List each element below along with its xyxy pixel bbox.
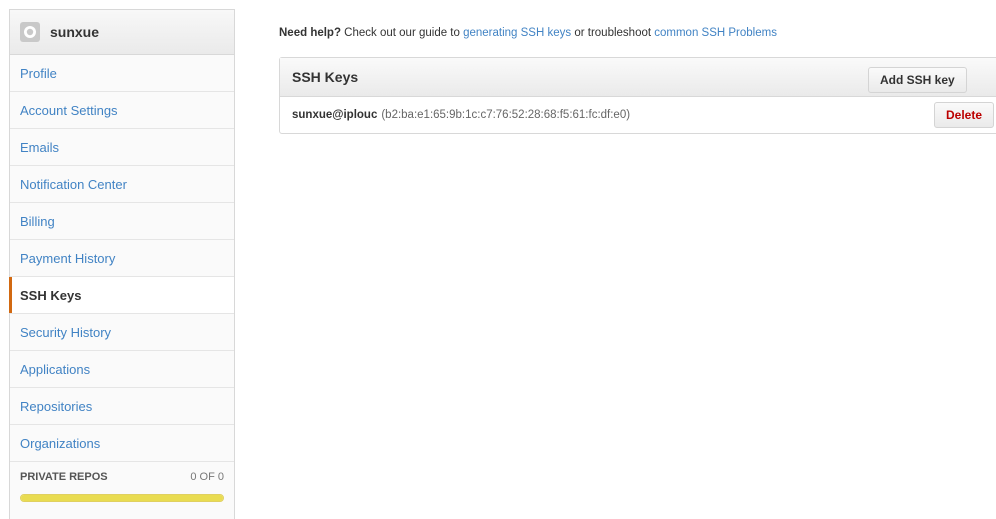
avatar[interactable] <box>20 22 40 42</box>
delete-key-button[interactable]: Delete <box>934 102 995 128</box>
settings-sidebar: sunxue Profile Account Settings Emails N… <box>9 9 235 519</box>
sidebar-item-account-settings[interactable]: Account Settings <box>10 92 234 129</box>
common-ssh-problems-link[interactable]: common SSH Problems <box>654 27 777 39</box>
settings-nav: Profile Account Settings Emails Notifica… <box>9 55 234 462</box>
help-text-1: Check out our guide to <box>340 27 464 39</box>
sidebar-item-billing[interactable]: Billing <box>10 203 234 240</box>
private-repos-label: PRIVATE REPOS <box>20 471 108 483</box>
sidebar-item-payment-history[interactable]: Payment History <box>10 240 234 277</box>
octocat-icon <box>24 26 36 38</box>
add-ssh-key-button[interactable]: Add SSH key <box>868 67 967 93</box>
private-repos-progress-bar <box>20 494 224 502</box>
sidebar-item-emails[interactable]: Emails <box>10 129 234 166</box>
sidebar-item-repositories[interactable]: Repositories <box>10 388 234 425</box>
sidebar-item-applications[interactable]: Applications <box>10 351 234 388</box>
ssh-keys-box: SSH Keys Add SSH key sunxue@iplouc (b2:b… <box>279 57 996 134</box>
sidebar-header: sunxue <box>10 10 234 55</box>
private-repos-progress-fill <box>21 495 223 501</box>
help-text-2: or troubleshoot <box>571 27 655 39</box>
help-bold: Need help? <box>279 27 341 39</box>
username[interactable]: sunxue <box>50 24 99 40</box>
ssh-key-fingerprint: (b2:ba:e1:65:9b:1c:c7:76:52:28:68:f5:61:… <box>381 109 631 121</box>
sidebar-item-security-history[interactable]: Security History <box>10 314 234 351</box>
sidebar-item-organizations[interactable]: Organizations <box>10 425 234 462</box>
ssh-key-row: sunxue@iplouc (b2:ba:e1:65:9b:1c:c7:76:5… <box>280 97 996 133</box>
ssh-keys-title: SSH Keys <box>292 69 359 85</box>
help-text: Need help? Check out our guide to genera… <box>279 27 777 39</box>
ssh-key-name: sunxue@iplouc <box>292 109 378 121</box>
sidebar-item-ssh-keys[interactable]: SSH Keys <box>9 277 234 314</box>
private-repos-count: 0 OF 0 <box>190 471 224 483</box>
private-repos-meter: PRIVATE REPOS 0 OF 0 <box>10 462 234 510</box>
sidebar-item-profile[interactable]: Profile <box>10 55 234 92</box>
generating-ssh-keys-link[interactable]: generating SSH keys <box>463 27 571 39</box>
sidebar-item-notification-center[interactable]: Notification Center <box>10 166 234 203</box>
ssh-keys-header: SSH Keys Add SSH key <box>280 58 996 97</box>
